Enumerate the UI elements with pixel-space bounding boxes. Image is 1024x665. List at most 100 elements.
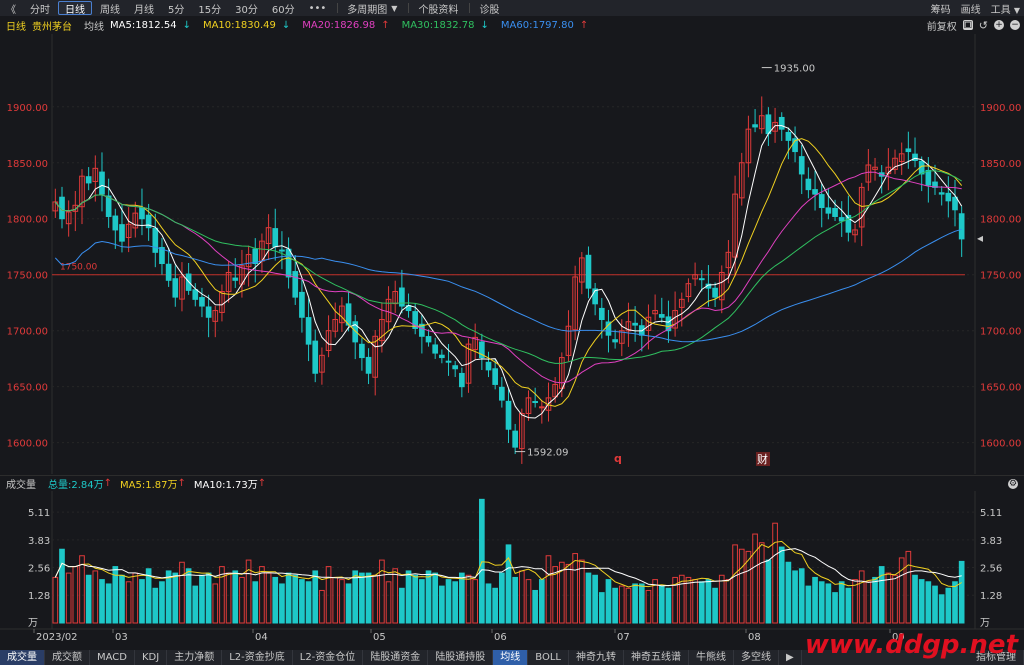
indicator-tab-8[interactable]: 陆股通持股 [428, 650, 494, 665]
candle [532, 387, 538, 408]
candle [245, 245, 252, 287]
indicator-tab-6[interactable]: L2-资金仓位 [293, 650, 364, 665]
candle [525, 390, 532, 421]
ma20-value: MA20:1826.98 ↑ [302, 20, 395, 31]
scroll-right-icon[interactable]: ▶ [779, 650, 802, 665]
indicator-tab-9[interactable]: 均线 [493, 650, 529, 665]
volume-bar [239, 576, 245, 624]
volume-bar [778, 546, 785, 624]
adjust-button[interactable]: 前复权 [927, 18, 957, 33]
draw-line-button[interactable]: 画线 [961, 1, 981, 16]
candle [905, 131, 912, 169]
candle [592, 282, 598, 316]
indicator-tab-4[interactable]: 主力净额 [167, 650, 223, 665]
volume-chart[interactable]: 5.11 5.11 3.83 3.83 2.56 2.56 1.28 1.28 万 万 2023/0… [0, 491, 1024, 650]
candle-body [492, 368, 499, 385]
indicator-infobar: 日线 贵州茅台 均线 MA5:1812.54 ↓ MA10:1830.49 ↓ MA… [0, 16, 1024, 34]
period-tabs: 分时 日线 周线 月线 5分 15分 30分 60分 [24, 1, 303, 16]
candle [712, 282, 718, 307]
volume-bar [285, 572, 292, 624]
tab-period-3[interactable]: 月线 [128, 1, 160, 16]
indicator-tab-2[interactable]: MACD [90, 650, 135, 665]
ma-label[interactable]: 均线 [84, 18, 104, 33]
volume-bar [572, 553, 578, 624]
more-icon[interactable]: ••• [303, 1, 333, 15]
vol-tick-label-right: 1.28 [980, 591, 1002, 602]
tab-period-6[interactable]: 30分 [229, 1, 264, 16]
indicator-tab-5[interactable]: L2-资金抄底 [222, 650, 293, 665]
volume-bar [738, 548, 745, 624]
stock-info-button[interactable]: 个股资料 [412, 1, 464, 16]
candle [798, 144, 805, 195]
candle [259, 233, 265, 273]
indicator-tab-14[interactable]: 多空线 [734, 650, 779, 665]
candle-body [945, 192, 952, 202]
price-chart[interactable]: 1900.00 1900.00 1850.00 1850.00 1800.00 1800.… [0, 34, 1024, 474]
volume-bar [265, 572, 272, 624]
tab-period-7[interactable]: 60分 [266, 1, 301, 16]
volume-bar [545, 555, 552, 624]
volume-bar [432, 572, 439, 624]
candle-body [152, 227, 159, 253]
candle [685, 278, 692, 303]
x-tick-label: 04 [255, 632, 268, 643]
chevron-down-icon: ▼ [391, 3, 398, 13]
indicator-tab-13[interactable]: 牛熊线 [689, 650, 734, 665]
volume-bar [145, 568, 152, 624]
tab-period-0[interactable]: 分时 [24, 1, 56, 16]
candle-body [598, 307, 605, 320]
y-tick-label-right: 1850.00 [980, 159, 1021, 170]
ma30-line [54, 170, 962, 364]
indicator-tab-1[interactable]: 成交额 [45, 650, 90, 665]
volume-bar [665, 587, 672, 624]
volume-bar [838, 581, 845, 624]
settings-icon[interactable]: ⚙ [1008, 479, 1018, 489]
diagnose-button[interactable]: 诊股 [473, 1, 505, 16]
volume-bar [179, 561, 185, 624]
candle-body [499, 386, 505, 401]
tab-period-2[interactable]: 周线 [94, 1, 126, 16]
candle [612, 329, 618, 349]
indicator-tab-12[interactable]: 神奇五线谱 [624, 650, 689, 665]
candle-body [612, 339, 618, 343]
volume-bar [825, 583, 832, 624]
volume-bar [59, 548, 65, 624]
volume-bar [958, 560, 965, 624]
candle [205, 294, 212, 338]
tab-period-1[interactable]: 日线 [58, 1, 92, 16]
volume-bar [385, 581, 392, 624]
volume-bar [925, 581, 932, 624]
volume-bar [472, 579, 479, 624]
volume-ma5: MA5:1.87万 [120, 480, 178, 491]
volume-bar [172, 572, 179, 624]
volume-bar [625, 587, 632, 624]
candle-body [905, 148, 912, 153]
tab-period-5[interactable]: 15分 [192, 1, 227, 16]
indicator-tab-0[interactable]: 成交量 [0, 650, 45, 665]
indicator-tab-11[interactable]: 神奇九转 [569, 650, 624, 665]
candle [465, 338, 472, 393]
multi-period-button[interactable]: 多周期图 ▼ [341, 1, 403, 16]
chips-button[interactable]: 筹码 [931, 1, 951, 16]
volume-bar [419, 579, 425, 624]
indicator-tab-7[interactable]: 陆股通资金 [363, 650, 429, 665]
volume-bar [938, 594, 945, 624]
volume-bar [852, 579, 858, 624]
down-arrow-icon: ↓ [281, 19, 291, 31]
volume-bar [185, 568, 192, 624]
candle [885, 148, 892, 191]
back-icon[interactable]: 《 [0, 1, 22, 16]
volume-bar [332, 576, 339, 624]
candle-body [952, 196, 958, 211]
bookmark-icon[interactable]: ▣ [962, 20, 973, 30]
tools-button[interactable]: 工具 ▼ [991, 1, 1020, 16]
candle [878, 165, 885, 194]
zoom-in-icon[interactable]: + [994, 20, 1004, 30]
zoom-out-icon[interactable]: − [1010, 20, 1020, 30]
indicator-tab-3[interactable]: KDJ [135, 650, 168, 665]
candle-body [818, 194, 825, 209]
indicator-tab-10[interactable]: BOLL [528, 650, 569, 665]
volume-bar [585, 572, 592, 624]
tab-period-4[interactable]: 5分 [162, 1, 190, 16]
reset-icon[interactable]: ↺ [979, 19, 988, 32]
